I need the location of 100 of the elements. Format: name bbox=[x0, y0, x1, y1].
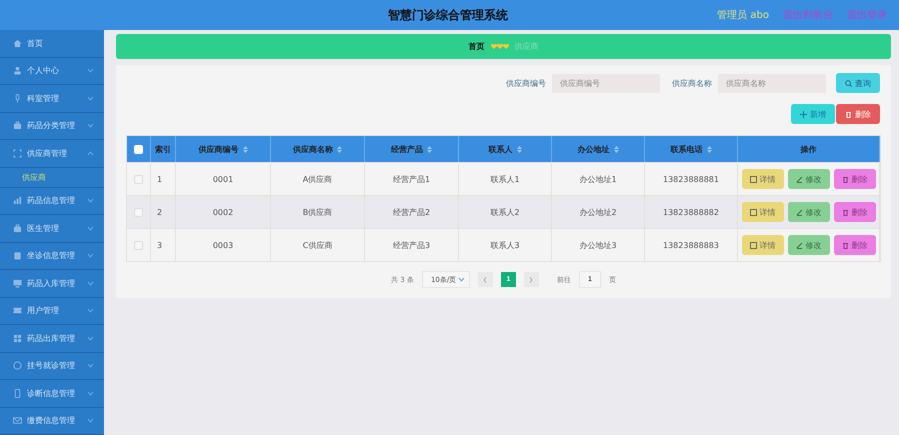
document-icon bbox=[750, 208, 756, 216]
document-icon bbox=[750, 242, 756, 248]
next-page-button[interactable] bbox=[524, 272, 539, 287]
sidebar-item[interactable]: 缴费信息管理 bbox=[0, 408, 104, 435]
table-cell: 13823888881 bbox=[645, 162, 738, 195]
home-icon bbox=[13, 38, 22, 48]
sidebar-label: 药品入库管理 bbox=[27, 278, 76, 289]
phone-icon bbox=[13, 388, 22, 398]
table-cell: 1 bbox=[151, 162, 176, 195]
trash-icon bbox=[842, 176, 848, 182]
pencil-icon bbox=[796, 208, 802, 216]
search-icon bbox=[845, 80, 852, 86]
column-header: 索引 bbox=[151, 136, 176, 162]
table-cell: 经营产品1 bbox=[365, 162, 459, 195]
table-cell: 0002 bbox=[176, 195, 271, 228]
sidebar-label: 诊断信息管理 bbox=[27, 388, 76, 399]
details-button[interactable]: 详情 bbox=[742, 235, 784, 255]
user-label: 管理员 abo bbox=[717, 9, 769, 22]
sidebar-item[interactable]: 首页 bbox=[0, 30, 104, 58]
sidebar-item[interactable]: 科室管理 bbox=[0, 85, 104, 112]
table-cell: 0003 bbox=[176, 228, 271, 261]
sidebar-item[interactable]: 供应商管理 bbox=[0, 140, 104, 168]
frame-icon bbox=[13, 148, 22, 158]
sidebar-label: 挂号就诊管理 bbox=[27, 360, 76, 372]
sidebar-label: 医生管理 bbox=[27, 222, 60, 234]
table-cell: 13823888882 bbox=[645, 195, 738, 228]
table-cell: 办公地址3 bbox=[552, 228, 645, 261]
sidebar-label: 首页 bbox=[27, 38, 44, 49]
table-cell: 办公地址1 bbox=[552, 162, 645, 195]
table-cell: 联系人2 bbox=[459, 195, 552, 228]
user-icon bbox=[13, 66, 22, 76]
search-field[interactable]: 供应商编号 bbox=[552, 74, 660, 92]
delete-button[interactable]: 删除 bbox=[834, 202, 876, 222]
document-icon bbox=[750, 176, 756, 182]
sidebar-label: 科室管理 bbox=[27, 92, 60, 104]
column-header[interactable]: 联系人 bbox=[459, 136, 552, 162]
column-header[interactable]: 办公地址 bbox=[552, 136, 645, 162]
table-cell: C供应商 bbox=[271, 228, 365, 261]
sidebar-item[interactable]: 药品出库管理 bbox=[0, 325, 104, 352]
breadcrumb-link[interactable]: 首页 bbox=[468, 41, 484, 52]
plus-icon bbox=[800, 110, 807, 118]
sidebar-label: 缴费信息管理 bbox=[27, 415, 76, 426]
briefcase-icon bbox=[13, 224, 22, 233]
pencil-icon bbox=[796, 176, 802, 182]
sidebar-label: 用户管理 bbox=[27, 305, 60, 316]
table-cell: 13823888883 bbox=[645, 228, 738, 261]
grid-icon bbox=[13, 334, 22, 343]
table-cell: 办公地址2 bbox=[552, 195, 645, 228]
table-cell: 2 bbox=[151, 195, 176, 228]
sidebar-item[interactable]: 用户管理 bbox=[0, 298, 104, 325]
sidebar-item[interactable]: 个人中心 bbox=[0, 58, 104, 85]
details-button[interactable]: 详情 bbox=[742, 169, 784, 189]
sidebar-label: 药品分类管理 bbox=[27, 120, 76, 132]
circle-icon bbox=[13, 361, 22, 370]
mail-icon bbox=[13, 416, 22, 426]
table-cell: A供应商 bbox=[271, 162, 365, 195]
edit-button[interactable]: 修改 bbox=[788, 169, 830, 189]
column-header[interactable]: 供应商名称 bbox=[271, 136, 365, 162]
search-button[interactable]: 查询 bbox=[836, 73, 880, 93]
column-header[interactable]: 联系电话 bbox=[645, 136, 738, 162]
details-button[interactable]: 详情 bbox=[742, 202, 784, 222]
sidebar-item[interactable]: 挂号就诊管理 bbox=[0, 352, 104, 380]
sidebar-item[interactable]: 医生管理 bbox=[0, 215, 104, 242]
field-label: 供应商名称 bbox=[672, 78, 712, 88]
table-cell: 0001 bbox=[176, 162, 271, 195]
sidebar-label: 供应商管理 bbox=[27, 148, 68, 159]
briefcase-icon bbox=[13, 121, 22, 130]
sidebar-subitem[interactable]: 供应商 bbox=[0, 168, 104, 188]
sidebar-item[interactable]: 药品分类管理 bbox=[0, 112, 104, 140]
field-label: 供应商编号 bbox=[506, 78, 546, 88]
edit-button[interactable]: 修改 bbox=[788, 235, 830, 255]
table-cell: B供应商 bbox=[271, 195, 365, 228]
column-header: 操作 bbox=[738, 136, 880, 162]
checkbox[interactable] bbox=[134, 208, 143, 216]
microphone-icon bbox=[13, 94, 22, 103]
sidebar-item[interactable]: 药品信息管理 bbox=[0, 188, 104, 215]
table-cell: 经营产品3 bbox=[365, 228, 459, 261]
monitor-icon bbox=[13, 278, 22, 288]
pencil-icon bbox=[796, 242, 802, 248]
column-header[interactable]: 供应商编号 bbox=[176, 136, 271, 162]
column-header[interactable]: 经营产品 bbox=[365, 136, 459, 162]
previous-page-button[interactable] bbox=[478, 272, 493, 287]
chart-icon bbox=[13, 196, 22, 206]
checkbox[interactable] bbox=[134, 240, 143, 250]
search-field[interactable]: 供应商名称 bbox=[718, 74, 826, 92]
delete-button[interactable]: 删除 bbox=[834, 235, 876, 255]
table-cell: 3 bbox=[151, 228, 176, 261]
chevron-left-icon bbox=[483, 276, 488, 282]
sidebar-label: 个人中心 bbox=[27, 65, 60, 76]
sidebar-item[interactable]: 药品入库管理 bbox=[0, 270, 104, 298]
delete-button[interactable]: 删除 bbox=[836, 104, 880, 124]
delete-button[interactable]: 删除 bbox=[834, 169, 876, 189]
clipboard-icon bbox=[13, 251, 22, 260]
add-button[interactable]: 新增 bbox=[791, 104, 835, 124]
edit-button[interactable]: 修改 bbox=[788, 202, 830, 222]
trash-icon bbox=[845, 110, 852, 118]
sidebar-item[interactable]: 诊断信息管理 bbox=[0, 380, 104, 408]
checkbox[interactable] bbox=[134, 174, 143, 184]
app-title: 智慧门诊综合管理系统 bbox=[388, 6, 509, 24]
sidebar-item[interactable]: 坐诊信息管理 bbox=[0, 242, 104, 270]
